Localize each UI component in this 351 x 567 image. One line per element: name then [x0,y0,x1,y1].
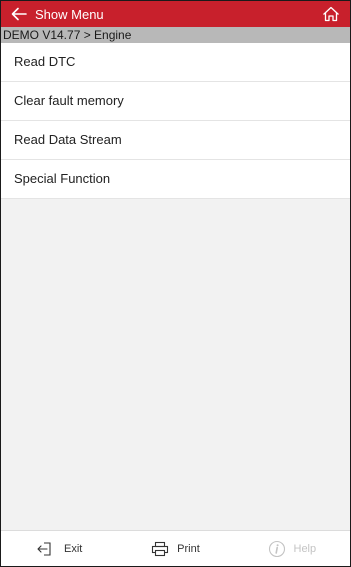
menu-item-read-dtc[interactable]: Read DTC [1,43,350,82]
menu-item-read-data-stream[interactable]: Read Data Stream [1,121,350,160]
breadcrumb: DEMO V14.77 > Engine [1,27,350,43]
info-icon [268,540,286,558]
printer-icon [151,541,169,557]
menu-item-clear-fault-memory[interactable]: Clear fault memory [1,82,350,121]
exit-icon [36,541,56,557]
help-label: Help [293,542,317,555]
page-title: Show Menu [35,6,104,22]
arrow-left-icon [11,7,27,21]
print-button[interactable]: Print [117,541,233,557]
menu-item-special-function[interactable]: Special Function [1,160,350,199]
menu-list: Read DTC Clear fault memory Read Data St… [1,43,350,199]
exit-button[interactable]: Exit [1,541,117,557]
app-window: Show Menu DEMO V14.77 > Engine Read DTC … [0,0,351,567]
home-icon [323,6,339,22]
bottom-toolbar: Exit Print Help [1,530,350,566]
exit-label: Exit [63,542,83,555]
back-button[interactable] [6,1,32,27]
help-button[interactable]: Help [234,540,350,558]
home-button[interactable] [318,1,344,27]
app-bar: Show Menu [1,1,350,27]
print-label: Print [177,542,200,555]
